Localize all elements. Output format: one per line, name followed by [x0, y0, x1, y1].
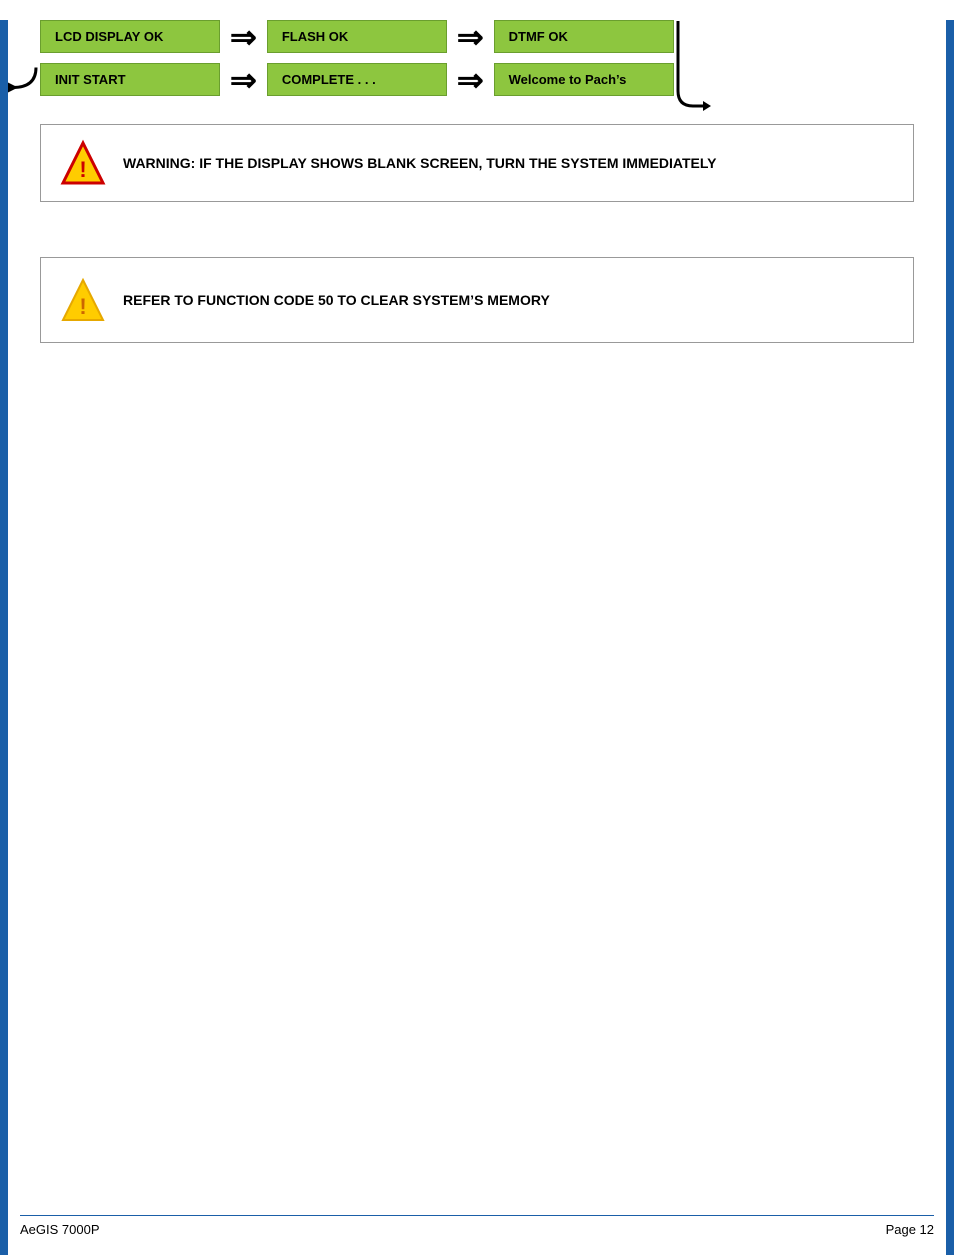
left-sidebar-bar: [0, 20, 8, 1255]
note-box: ! REFER TO FUNCTION CODE 50 TO CLEAR SYS…: [40, 257, 914, 343]
flow-box-flash: FLASH OK: [267, 20, 447, 53]
flow-box-welcome: Welcome to Pach’s: [494, 63, 674, 96]
flow-row-2: INIT START ⇒ COMPLETE . . . ⇒ Welcome to…: [40, 63, 934, 96]
arrow-right-3: ⇒: [230, 64, 257, 96]
warning-icon-container: !: [59, 139, 107, 187]
warning-box: ! WARNING: IF THE DISPLAY SHOWS BLANK SC…: [40, 124, 914, 202]
arrow-right-4: ⇒: [457, 64, 484, 96]
flow-box-dtmf: DTMF OK: [494, 20, 674, 53]
arrow-right-2: ⇒: [457, 21, 484, 53]
back-arrow-svg: [8, 62, 38, 92]
svg-text:!: !: [79, 294, 86, 319]
note-triangle-icon: !: [59, 276, 107, 324]
flow-box-complete: COMPLETE . . .: [267, 63, 447, 96]
arrow-right-1: ⇒: [230, 21, 257, 53]
flow-diagram-section: LCD DISPLAY OK ⇒ FLASH OK ⇒ DTMF OK: [20, 20, 934, 343]
warning-text: WARNING: IF THE DISPLAY SHOWS BLANK SCRE…: [123, 155, 716, 171]
footer: AeGIS 7000P Page 12: [20, 1215, 934, 1237]
flow-box-init: INIT START: [40, 63, 220, 96]
warning-triangle-icon: !: [59, 139, 107, 187]
note-icon-container: !: [59, 276, 107, 324]
flow-row-1: LCD DISPLAY OK ⇒ FLASH OK ⇒ DTMF OK: [40, 20, 934, 53]
right-sidebar-bar: [946, 20, 954, 1255]
svg-text:!: !: [79, 157, 86, 182]
note-text: REFER TO FUNCTION CODE 50 TO CLEAR SYSTE…: [123, 292, 550, 308]
back-arrow-container: [8, 62, 38, 97]
flow-box-lcd: LCD DISPLAY OK: [40, 20, 220, 53]
